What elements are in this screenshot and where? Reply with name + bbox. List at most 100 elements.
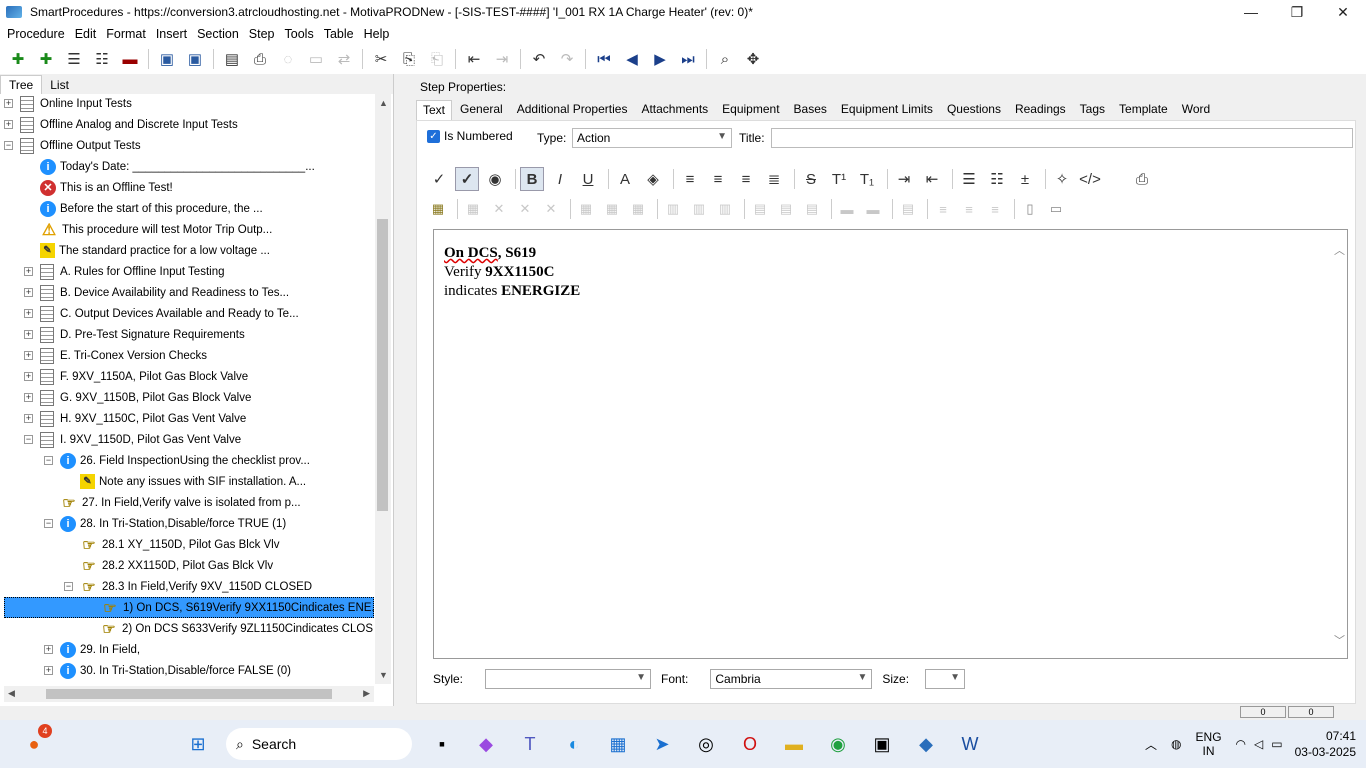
font-color-icon[interactable]: A — [613, 167, 637, 191]
lang-secondary[interactable]: IN — [1196, 744, 1222, 758]
highlight-icon[interactable]: ◈ — [641, 167, 665, 191]
tree-node[interactable]: ☞ 28.2 XX1150D, Pilot Gas Blck Vlv — [64, 555, 273, 576]
tree-node[interactable]: + G. 9XV_1150B, Pilot Gas Block Valve — [24, 387, 251, 408]
tree-node[interactable]: ☞ 28.1 XY_1150D, Pilot Gas Blck Vlv — [64, 534, 279, 555]
print-icon[interactable]: ⎙ — [249, 48, 271, 70]
edge-icon[interactable]: ◐ — [558, 728, 590, 760]
tree-node[interactable]: + H. 9XV_1150C, Pilot Gas Vent Valve — [24, 408, 246, 429]
tab-list[interactable]: List — [42, 76, 77, 94]
export-icon[interactable]: ▤ — [221, 48, 243, 70]
expand-toggle-icon[interactable]: + — [24, 351, 33, 360]
tree-node[interactable]: ☞ 27. In Field,Verify valve is isolated f… — [44, 492, 300, 513]
tree-node[interactable]: − i 28. In Tri-Station,Disable/force TRUE … — [44, 513, 286, 534]
first-icon[interactable]: ⏮ — [593, 48, 615, 70]
scroll-thumb-h[interactable] — [46, 689, 332, 699]
print-icon-editor[interactable]: ⎙ — [1130, 167, 1154, 191]
align-center-icon[interactable]: ≡ — [706, 167, 730, 191]
tree-node[interactable]: ⚠ This procedure will test Motor Trip Out… — [24, 219, 272, 240]
tree-node[interactable]: + B. Device Availability and Readiness to… — [24, 282, 289, 303]
folder-icon[interactable]: ▬ — [778, 728, 810, 760]
clock-date[interactable]: 03-03-2025 — [1295, 744, 1356, 760]
taskbar-search[interactable]: ⌕ Search — [226, 728, 412, 760]
bold-icon[interactable]: B — [520, 167, 544, 191]
expand-toggle-icon[interactable]: + — [24, 330, 33, 339]
menu-procedure[interactable]: Procedure — [2, 27, 70, 41]
menu-format[interactable]: Format — [101, 27, 151, 41]
insert-table-icon[interactable]: ▦ — [427, 199, 449, 219]
smartprocedures-icon[interactable]: ◆ — [910, 728, 942, 760]
scroll-down-icon[interactable]: ▼ — [379, 670, 388, 680]
justify-icon[interactable]: ≣ — [762, 167, 786, 191]
bullet-list-icon[interactable]: ☰ — [957, 167, 981, 191]
tab-tree[interactable]: Tree — [0, 75, 43, 94]
is-numbered-checkbox[interactable]: ✓ — [427, 129, 440, 143]
tree-node[interactable]: + E. Tri-Conex Version Checks — [24, 345, 207, 366]
volume-icon[interactable]: ◁ — [1254, 737, 1263, 751]
tab-readings[interactable]: Readings — [1009, 100, 1072, 120]
expand-toggle-icon[interactable]: − — [4, 141, 13, 150]
app-icon-2[interactable]: ▣ — [866, 728, 898, 760]
type-select[interactable]: Action ▼ — [572, 128, 732, 148]
undo-icon[interactable]: ↶ — [528, 48, 550, 70]
tab-word[interactable]: Word — [1176, 100, 1216, 120]
menu-edit[interactable]: Edit — [70, 27, 102, 41]
step-text-editor[interactable]: On DCS, S619 Verify 9XX1150C indicates E… — [433, 229, 1348, 659]
tab-tags[interactable]: Tags — [1074, 100, 1111, 120]
tree-node[interactable]: + C. Output Devices Available and Ready t… — [24, 303, 299, 324]
copilot-icon[interactable]: ◆ — [470, 728, 502, 760]
tab-text[interactable]: Text — [416, 100, 453, 120]
style-select[interactable]: ▼ — [485, 669, 652, 689]
preview-icon[interactable]: ◉ — [483, 167, 507, 191]
scroll-right-icon[interactable]: ▶ — [363, 688, 370, 699]
editor-scroll-up-icon[interactable]: ︿ — [1334, 242, 1345, 258]
copy-icon[interactable]: ⎘ — [398, 48, 420, 70]
link-icon[interactable]: ⇄ — [333, 48, 355, 70]
tab-questions[interactable]: Questions — [941, 100, 1007, 120]
tree-vertical-scrollbar[interactable]: ▲ ▼ — [375, 94, 391, 684]
insert-symbol-icon[interactable]: ± — [1013, 167, 1037, 191]
tree-node[interactable]: − I. 9XV_1150D, Pilot Gas Vent Valve — [24, 429, 241, 450]
chrome-icon[interactable]: ◉ — [822, 728, 854, 760]
chevron-up-icon[interactable]: ︿ — [1145, 736, 1157, 753]
tree-node[interactable]: ☞ 2) On DCS S633Verify 9ZL1150Cindicates … — [84, 618, 374, 639]
outline-icon[interactable]: ☷ — [91, 48, 113, 70]
menu-section[interactable]: Section — [192, 27, 244, 41]
tree-node[interactable]: ✕ This is an Offline Test! — [24, 177, 173, 198]
tree-node[interactable]: ☞ 1) On DCS, S619Verify 9XX1150Cindicates… — [4, 597, 374, 618]
pane-splitter[interactable] — [396, 74, 404, 706]
indent-icon[interactable]: ⇥ — [491, 48, 513, 70]
tree-node[interactable]: + Online Input Tests — [4, 94, 132, 114]
find-icon[interactable]: ⌕ — [714, 48, 736, 70]
spellcheck-auto-icon[interactable]: ✓ — [455, 167, 479, 191]
expand-toggle-icon[interactable]: − — [24, 435, 33, 444]
minimize-button[interactable]: — — [1228, 0, 1274, 24]
size-select[interactable]: ▼ — [925, 669, 966, 689]
menu-table[interactable]: Table — [319, 27, 359, 41]
tab-equipment-limits[interactable]: Equipment Limits — [835, 100, 939, 120]
underline-icon[interactable]: U — [576, 167, 600, 191]
cut-icon[interactable]: ✂ — [370, 48, 392, 70]
next-icon[interactable]: ▶ — [649, 48, 671, 70]
scroll-left-icon[interactable]: ◀ — [8, 688, 15, 699]
subscript-icon[interactable]: T₁ — [855, 167, 879, 191]
arrow-app-icon[interactable]: ➤ — [646, 728, 678, 760]
decrease-indent-icon[interactable]: ⇤ — [920, 167, 944, 191]
add-icon[interactable]: ✚ — [7, 48, 29, 70]
expand-toggle-icon[interactable]: + — [44, 666, 53, 675]
opera-icon[interactable]: O — [734, 728, 766, 760]
start-icon[interactable]: ⊞ — [182, 728, 214, 760]
battery-icon[interactable]: ▭ — [1271, 737, 1282, 751]
close-button[interactable]: ✕ — [1320, 0, 1366, 24]
tree-node[interactable]: i Today's Date: _________________________… — [24, 156, 315, 177]
strikethrough-icon[interactable]: S — [799, 167, 823, 191]
lang-primary[interactable]: ENG — [1196, 730, 1222, 744]
tree-node[interactable]: + D. Pre-Test Signature Requirements — [24, 324, 245, 345]
indent-list-icon[interactable]: ☰ — [63, 48, 85, 70]
superscript-icon[interactable]: T¹ — [827, 167, 851, 191]
expand-toggle-icon[interactable]: + — [24, 267, 33, 276]
horizontal-rule-icon[interactable]: ▭ — [1045, 199, 1067, 219]
wifi-icon[interactable]: ◠ — [1236, 737, 1246, 751]
align-left-icon[interactable]: ≡ — [678, 167, 702, 191]
tab-attachments[interactable]: Attachments — [635, 100, 714, 120]
menu-insert[interactable]: Insert — [151, 27, 192, 41]
